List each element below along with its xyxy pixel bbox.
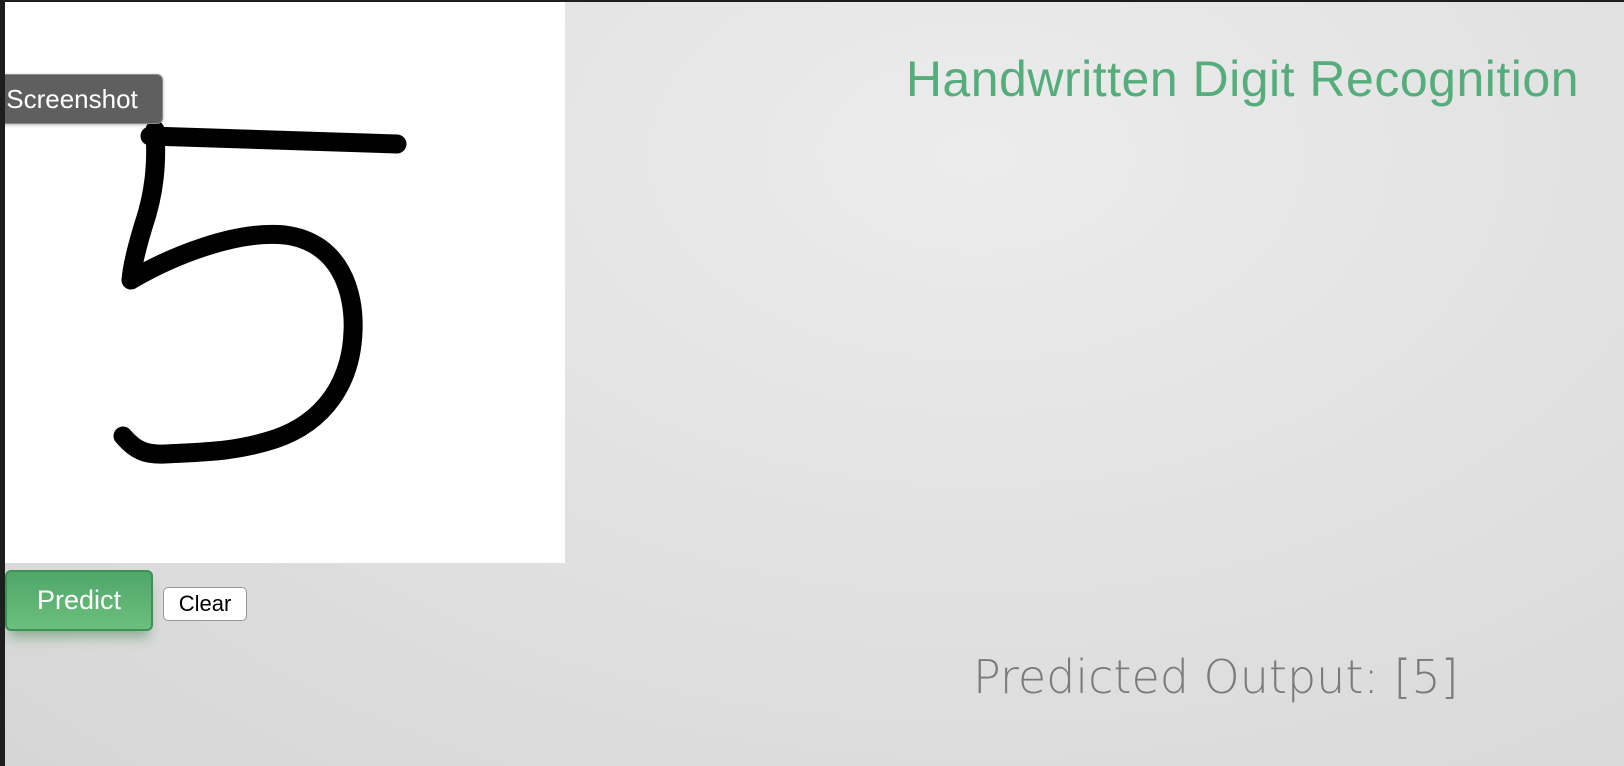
app-viewport: Screenshot Handwritten Digit Recognition…: [5, 2, 1624, 766]
clear-button[interactable]: Clear: [163, 587, 247, 621]
clear-button-label: Clear: [178, 591, 232, 616]
screenshot-button-label: Screenshot: [6, 83, 138, 114]
predicted-output-text: Predicted Output: [5]: [973, 650, 1459, 704]
screenshot-button[interactable]: Screenshot: [5, 74, 163, 124]
predict-button[interactable]: Predict: [5, 570, 153, 631]
page-title: Handwritten Digit Recognition: [905, 51, 1579, 107]
predict-button-label: Predict: [36, 585, 122, 615]
